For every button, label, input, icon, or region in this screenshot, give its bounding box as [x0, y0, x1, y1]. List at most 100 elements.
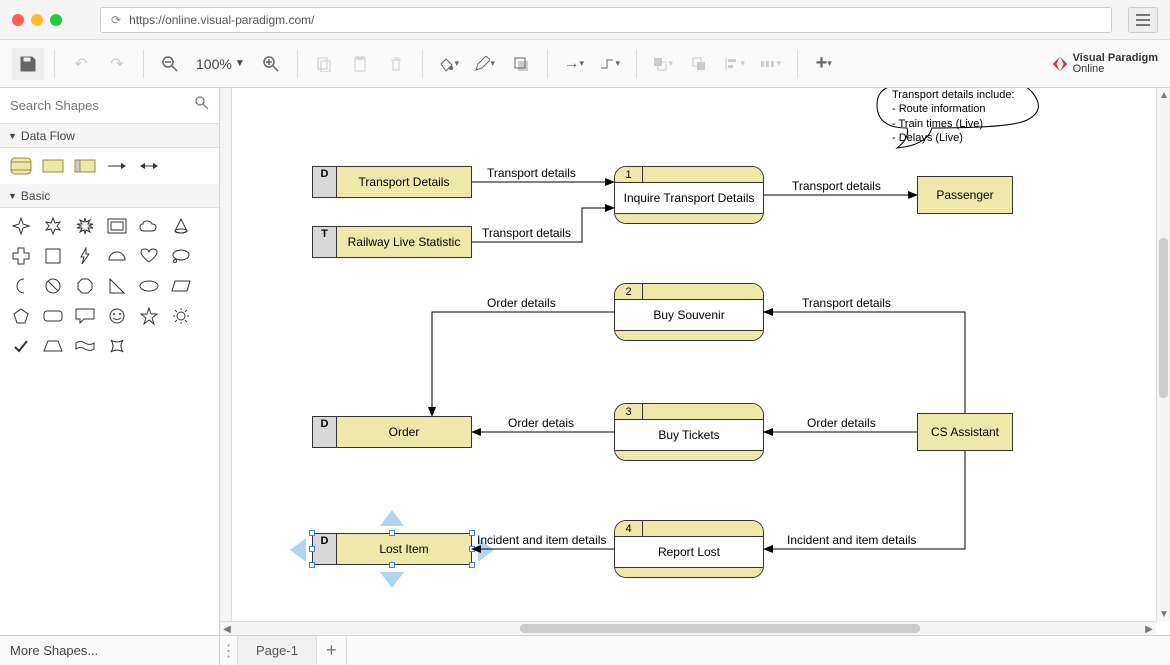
add-button[interactable]: +▾ — [808, 48, 840, 80]
redo-button[interactable]: ↷ — [101, 48, 133, 80]
distribute-button[interactable]: ▾ — [755, 48, 787, 80]
ext-cs[interactable]: CS Assistant — [917, 413, 1013, 451]
search-shapes[interactable] — [0, 88, 219, 124]
shape-external[interactable] — [42, 156, 64, 176]
shape-trapezoid[interactable] — [42, 336, 64, 356]
proc-inquire[interactable]: 1 Inquire Transport Details — [614, 166, 764, 224]
ext-passenger[interactable]: Passenger — [917, 176, 1013, 214]
paste-button[interactable] — [344, 48, 376, 80]
shape-cloud[interactable] — [138, 216, 160, 236]
shape-parallelogram[interactable] — [170, 276, 192, 296]
shape-octagon[interactable] — [74, 276, 96, 296]
proc-report[interactable]: 4 Report Lost — [614, 520, 764, 578]
close-window-button[interactable] — [12, 14, 24, 26]
shape-roundrect[interactable] — [42, 306, 64, 326]
shape-heart[interactable] — [138, 246, 160, 266]
shape-nocircle[interactable] — [42, 276, 64, 296]
shape-frame[interactable] — [106, 216, 128, 236]
hamburger-icon — [1136, 14, 1150, 26]
section-dataflow[interactable]: ▼Data Flow — [0, 124, 219, 148]
scroll-down-button[interactable]: ▼ — [1157, 607, 1170, 621]
flow-label: Transport details — [487, 166, 576, 180]
shadow-button[interactable] — [505, 48, 537, 80]
proc-tickets[interactable]: 3 Buy Tickets — [614, 403, 764, 461]
scroll-thumb[interactable] — [1159, 238, 1168, 398]
shape-burst[interactable] — [74, 216, 96, 236]
zoom-in-icon — [263, 56, 279, 72]
dataflow-shapes — [0, 148, 219, 184]
menu-button[interactable] — [1128, 7, 1158, 33]
shape-star4[interactable] — [10, 216, 32, 236]
url-bar[interactable]: ⟳ https://online.visual-paradigm.com/ — [100, 7, 1112, 33]
shape-x[interactable] — [106, 336, 128, 356]
horizontal-scrollbar[interactable]: ◀ ▶ — [220, 621, 1156, 635]
shape-process[interactable] — [10, 156, 32, 176]
scroll-right-button[interactable]: ▶ — [1142, 622, 1156, 636]
shape-star6[interactable] — [42, 216, 64, 236]
undo-icon: ↶ — [74, 54, 87, 74]
scroll-thumb[interactable] — [520, 624, 920, 633]
copy-button[interactable] — [308, 48, 340, 80]
vertical-scrollbar[interactable]: ▲ ▼ — [1156, 88, 1170, 621]
zoom-in-button[interactable] — [255, 48, 287, 80]
search-icon[interactable] — [195, 96, 209, 115]
shape-rtriangle[interactable] — [106, 276, 128, 296]
delete-button[interactable] — [380, 48, 412, 80]
waypoint-icon — [599, 56, 615, 72]
plus-icon: + — [816, 52, 828, 75]
shape-datastore[interactable] — [74, 156, 96, 176]
search-input[interactable] — [10, 98, 209, 113]
line-color-button[interactable]: ▾ — [469, 48, 501, 80]
fullscreen-window-button[interactable] — [50, 14, 62, 26]
ds-transport-details[interactable]: D Transport Details — [312, 166, 472, 198]
tab-page-1[interactable]: Page-1 — [238, 636, 317, 665]
to-back-button[interactable] — [683, 48, 715, 80]
section-basic[interactable]: ▼Basic — [0, 184, 219, 208]
proc-souvenir[interactable]: 2 Buy Souvenir — [614, 283, 764, 341]
connector-waypoint-button[interactable]: ▾ — [594, 48, 626, 80]
to-front-button[interactable]: ▾ — [647, 48, 679, 80]
scroll-up-button[interactable]: ▲ — [1157, 88, 1170, 102]
align-button[interactable]: ▾ — [719, 48, 751, 80]
save-button[interactable] — [12, 48, 44, 80]
ds-railway-live[interactable]: T Railway Live Statistic — [312, 226, 472, 258]
shape-check[interactable] — [10, 336, 32, 356]
sel-arrow-down[interactable] — [380, 570, 404, 590]
shape-smiley[interactable] — [106, 306, 128, 326]
shape-sun[interactable] — [170, 306, 192, 326]
add-page-button[interactable]: + — [317, 636, 347, 665]
reload-icon[interactable]: ⟳ — [111, 13, 121, 27]
zoom-level-dropdown[interactable]: 100%▼ — [190, 56, 251, 72]
ds-lost-item[interactable]: D Lost Item — [312, 533, 472, 565]
shape-plus[interactable] — [10, 246, 32, 266]
shape-lightning[interactable] — [74, 246, 96, 266]
diagram-paper[interactable]: Transport details include: - Route infor… — [232, 88, 1156, 621]
shape-moon[interactable] — [10, 276, 32, 296]
fill-color-button[interactable]: ▾ — [433, 48, 465, 80]
shape-arrow[interactable] — [106, 156, 128, 176]
shape-ellipse[interactable] — [138, 276, 160, 296]
shape-biarrow[interactable] — [138, 156, 160, 176]
more-shapes-button[interactable]: More Shapes... — [0, 636, 220, 665]
canvas[interactable]: Transport details include: - Route infor… — [220, 88, 1170, 635]
minimize-window-button[interactable] — [31, 14, 43, 26]
sel-arrow-up[interactable] — [380, 508, 404, 528]
shape-star5[interactable] — [138, 306, 160, 326]
align-icon — [724, 56, 740, 72]
ds-order[interactable]: D Order — [312, 416, 472, 448]
shape-speech[interactable] — [74, 306, 96, 326]
scroll-left-button[interactable]: ◀ — [220, 622, 234, 636]
connector-start-button[interactable]: →▾ — [558, 48, 590, 80]
shape-pentagon[interactable] — [10, 306, 32, 326]
tab-mover[interactable]: ⋮ — [220, 636, 238, 665]
flow-label: Transport details — [482, 226, 571, 240]
zoom-out-button[interactable] — [154, 48, 186, 80]
undo-button[interactable]: ↶ — [65, 48, 97, 80]
shape-thought[interactable] — [170, 246, 192, 266]
shape-cone[interactable] — [170, 216, 192, 236]
vp-logo[interactable]: Visual ParadigmOnline — [1051, 53, 1158, 75]
sel-arrow-left[interactable] — [288, 538, 308, 562]
shape-semicircle[interactable] — [106, 246, 128, 266]
shape-square[interactable] — [42, 246, 64, 266]
shape-wave[interactable] — [74, 336, 96, 356]
